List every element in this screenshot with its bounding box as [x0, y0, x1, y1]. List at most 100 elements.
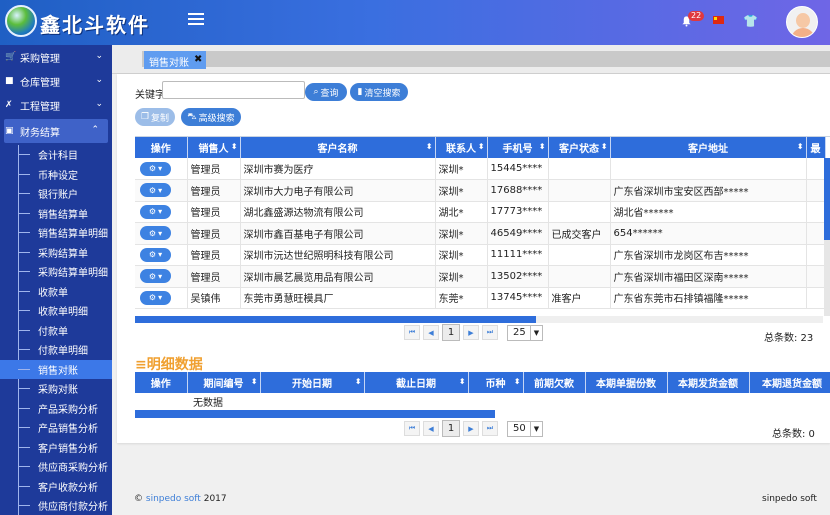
column-header[interactable]: 本期退货金额 — [749, 372, 830, 393]
table-row[interactable]: ⚙ ▾ 管理员 深圳市大力电子有限公司 深圳* 17688**** 广东省深圳市宝安区西部*… — [135, 179, 826, 202]
cell-name: 深圳市大力电子有限公司 — [240, 179, 436, 202]
column-header[interactable]: 最 — [806, 137, 826, 158]
keyword-input[interactable] — [162, 81, 305, 99]
column-header[interactable]: 截止日期 ⬍ — [364, 372, 469, 393]
sidebar-item[interactable]: 会计科目 — [0, 145, 112, 165]
horizontal-scrollbar[interactable] — [135, 316, 536, 323]
horizontal-scrollbar[interactable] — [135, 410, 495, 418]
cell-overflow — [806, 179, 826, 202]
first-page-button[interactable]: ⏮ — [404, 421, 420, 436]
row-action-button[interactable]: ⚙ ▾ — [140, 247, 171, 262]
column-header[interactable]: 手机号 ⬍ — [487, 137, 549, 158]
customer-pager: ⏮ ◀ 1 ▶ ⏭ 25 ▼ — [404, 324, 543, 341]
language-flag-icon[interactable] — [713, 16, 724, 24]
sidebar-item[interactable]: 付款单 — [0, 321, 112, 341]
table-row[interactable]: ⚙ ▾ 管理员 深圳市沅达世纪照明科技有限公司 深圳* 11111**** 广东省深圳市龙岗… — [135, 244, 826, 266]
sort-icon: ⬍ — [477, 142, 485, 151]
next-page-button[interactable]: ▶ — [463, 325, 479, 340]
cell-phone: 11111**** — [487, 244, 549, 266]
sidebar-item[interactable]: 币种设定 — [0, 165, 112, 185]
company-link[interactable]: sinpedo soft — [146, 494, 201, 504]
query-button[interactable]: ⌕ 查询 — [305, 83, 347, 101]
copy-button[interactable]: ❐ 复制 — [135, 108, 175, 126]
prev-page-button[interactable]: ◀ — [423, 421, 439, 436]
table-row[interactable]: ⚙ ▾ 管理员 深圳市鑫百基电子有限公司 深圳* 46549**** 已成交客户 654***… — [135, 222, 826, 245]
wallet-icon: ▣ — [5, 126, 14, 136]
menu-toggle-icon[interactable] — [188, 13, 204, 27]
row-action-button[interactable]: ⚙ ▾ — [140, 226, 171, 241]
sidebar-group-label: 采购管理 — [20, 53, 60, 65]
tab-sales-reconciliation[interactable]: 销售对账 ✖ — [144, 51, 207, 69]
current-page[interactable]: 1 — [442, 420, 460, 437]
sidebar-item[interactable]: 采购结算单 — [0, 243, 112, 263]
theme-shirt-icon[interactable]: 👕 — [743, 14, 758, 28]
page-size-select[interactable]: 50 ▼ — [507, 420, 543, 437]
row-action-button[interactable]: ⚙ ▾ — [140, 161, 171, 176]
sidebar-item[interactable]: 采购对账 — [0, 379, 112, 399]
cell-sales: 管理员 — [187, 179, 241, 202]
close-icon[interactable]: ✖ — [194, 54, 202, 65]
sidebar-group-finance[interactable]: ▣ 财务结算 ⌃ — [4, 119, 108, 143]
current-page[interactable]: 1 — [442, 324, 460, 341]
sidebar-item[interactable]: 收款单明细 — [0, 301, 112, 321]
row-action-button[interactable]: ⚙ ▾ — [140, 290, 171, 305]
op-cell: ⚙ ▾ — [135, 158, 188, 180]
list-icon: ≡ — [135, 357, 147, 373]
sidebar-item[interactable]: 销售结算单 — [0, 204, 112, 224]
column-header[interactable]: 本期单据份数 — [585, 372, 668, 393]
page-size-select[interactable]: 25 ▼ — [507, 324, 543, 341]
column-header[interactable]: 期间编号 ⬍ — [187, 372, 261, 393]
sidebar-group-purchase[interactable]: 🛒 采购管理 ⌄ — [0, 45, 112, 69]
sidebar-item[interactable]: 销售结算单明细 — [0, 223, 112, 243]
row-action-button[interactable]: ⚙ ▾ — [140, 183, 171, 198]
sidebar-item[interactable]: 供应商付款分析 — [0, 496, 112, 515]
sidebar-item[interactable]: 客户销售分析 — [0, 438, 112, 458]
table-row[interactable]: ⚙ ▾ 管理员 湖北鑫盛源达物流有限公司 湖北* 17773**** 湖北省****** — [135, 201, 826, 223]
sidebar-group-warehouse[interactable]: ■ 仓库管理 ⌄ — [0, 69, 112, 93]
column-header[interactable]: 开始日期 ⬍ — [260, 372, 365, 393]
sidebar-item-active[interactable]: 销售对账 — [0, 359, 112, 379]
row-action-button[interactable]: ⚙ ▾ — [140, 269, 171, 284]
column-header[interactable]: 销售人 ⬍ — [187, 137, 241, 158]
column-header[interactable]: 前期欠款 — [523, 372, 586, 393]
query-button-label: 查询 — [320, 88, 339, 99]
avatar[interactable] — [786, 6, 818, 38]
prev-page-button[interactable]: ◀ — [423, 325, 439, 340]
column-header[interactable]: 客户名称 ⬍ — [240, 137, 436, 158]
sidebar-item[interactable]: 收款单 — [0, 282, 112, 302]
sidebar-item-label: 客户销售分析 — [38, 443, 98, 455]
column-header[interactable]: 客户状态 ⬍ — [548, 137, 611, 158]
first-page-button[interactable]: ⏮ — [404, 325, 420, 340]
column-header[interactable]: 客户地址 ⬍ — [610, 137, 807, 158]
advanced-search-button[interactable]: ⛍ 高级搜索 — [181, 108, 241, 126]
vertical-scrollbar[interactable] — [824, 158, 830, 316]
gear-icon: ⚙ — [148, 293, 157, 303]
column-header[interactable]: 本期发货金额 — [667, 372, 750, 393]
last-page-button[interactable]: ⏭ — [482, 325, 498, 340]
advanced-search-label: 高级搜索 — [198, 113, 235, 124]
last-page-button[interactable]: ⏭ — [482, 421, 498, 436]
sidebar-group-label: 工程管理 — [20, 101, 60, 113]
sidebar-item[interactable]: 采购结算单明细 — [0, 262, 112, 282]
cell-sales: 管理员 — [187, 201, 241, 223]
op-cell: ⚙ ▾ — [135, 201, 188, 223]
sidebar-item[interactable]: 客户收款分析 — [0, 477, 112, 497]
sidebar-group-engineering[interactable]: ✗ 工程管理 ⌄ — [0, 93, 112, 117]
sidebar-item[interactable]: 供应商采购分析 — [0, 457, 112, 477]
sidebar-item-label: 客户收款分析 — [38, 482, 98, 494]
sidebar-item[interactable]: 产品销售分析 — [0, 418, 112, 438]
column-header[interactable]: 币种 ⬍ — [468, 372, 524, 393]
tab-label: 销售对账 — [149, 58, 189, 69]
table-row[interactable]: ⚙ ▾ 管理员 深圳市赛为医疗 深圳* 15445**** — [135, 158, 826, 180]
table-row[interactable]: ⚙ ▾ 吴镇伟 东莞市勇慧旺模具厂 东莞* 13745**** 准客户 广东省东莞市石排镇福隆… — [135, 287, 826, 309]
clear-search-button[interactable]: ▮ 清空搜索 — [350, 83, 408, 101]
column-header[interactable]: 联系人 ⬍ — [435, 137, 488, 158]
row-action-button[interactable]: ⚙ ▾ — [140, 204, 171, 219]
cell-phone: 17688**** — [487, 179, 549, 202]
table-row[interactable]: ⚙ ▾ 管理员 深圳市晨艺晨览用品有限公司 深圳* 13502**** 广东省深圳市福田区深… — [135, 265, 826, 288]
next-page-button[interactable]: ▶ — [463, 421, 479, 436]
sidebar-item[interactable]: 产品采购分析 — [0, 399, 112, 419]
sidebar-item[interactable]: 银行账户 — [0, 184, 112, 204]
cell-overflow — [806, 287, 826, 309]
sidebar-item[interactable]: 付款单明细 — [0, 340, 112, 360]
